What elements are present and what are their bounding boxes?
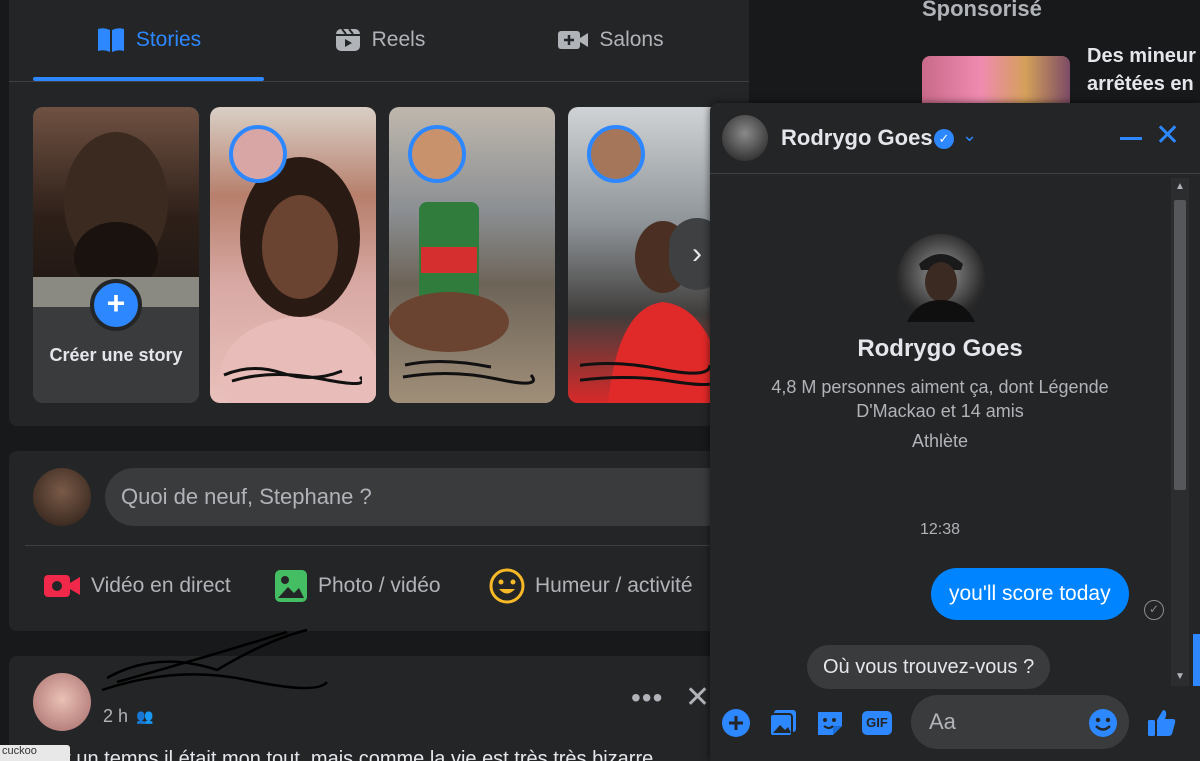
sponsored-heading: Sponsorisé bbox=[922, 0, 1042, 21]
ad-text-line: arrêtées en bbox=[1087, 73, 1194, 95]
redaction-scribble bbox=[101, 628, 328, 692]
cursor-tooltip: cuckoo bbox=[0, 745, 70, 761]
minimize-button[interactable] bbox=[1120, 137, 1142, 140]
add-story-button[interactable]: + bbox=[90, 279, 142, 331]
attach-photo-icon[interactable] bbox=[767, 707, 799, 739]
story-avatar bbox=[408, 125, 466, 183]
user-photo bbox=[33, 107, 199, 307]
ad-text[interactable]: Des mineur arrêtées en bbox=[1087, 42, 1196, 98]
create-story-card[interactable]: + Créer une story bbox=[33, 107, 199, 403]
profile-category: Athlète bbox=[911, 431, 969, 451]
whats-on-your-mind-input[interactable]: Quoi de neuf, Stephane ? bbox=[105, 468, 745, 526]
redaction-scribble bbox=[223, 367, 362, 385]
story-avatar bbox=[229, 125, 287, 183]
story-avatar bbox=[587, 125, 645, 183]
scrollbar-thumb[interactable] bbox=[1174, 200, 1186, 490]
chat-scrollbar[interactable]: ▲ ▼ bbox=[1171, 178, 1189, 686]
close-chat-button[interactable]: ✕ bbox=[1155, 121, 1180, 151]
sent-check-icon: ✓ bbox=[1144, 600, 1164, 620]
create-story-label: Créer une story bbox=[49, 345, 183, 365]
photo-video-label: Photo / vidéo bbox=[318, 574, 441, 597]
tab-salons[interactable]: Salons bbox=[495, 0, 726, 80]
live-video-button[interactable]: Vidéo en direct bbox=[43, 566, 231, 606]
reels-icon bbox=[335, 28, 360, 51]
smiley-icon bbox=[489, 568, 525, 604]
more-options-icon[interactable]: ••• bbox=[631, 682, 663, 714]
photo-icon bbox=[275, 570, 307, 602]
redaction-scribble bbox=[402, 359, 535, 385]
profile-likes-text: 4,8 M personnes aiment ça, dont Légende … bbox=[771, 377, 1109, 421]
post-timestamp[interactable]: 2 h 👥 bbox=[103, 706, 153, 727]
user-portrait-image bbox=[33, 132, 199, 307]
ad-text-line: Des mineur bbox=[1087, 45, 1196, 67]
video-camera-icon bbox=[558, 31, 589, 49]
scroll-up-arrow-icon[interactable]: ▲ bbox=[1171, 178, 1189, 196]
feed-post: 2 h 👥 ••• ✕ Il fut un temps il était mon… bbox=[9, 628, 749, 761]
emoji-icon[interactable] bbox=[1087, 707, 1119, 739]
story-card[interactable] bbox=[389, 107, 555, 403]
partial-button[interactable] bbox=[1193, 634, 1200, 686]
feeling-activity-label: Humeur / activité bbox=[535, 574, 693, 597]
messenger-chat-window: Rodrygo Goes ✓ ⌄ ✕ Rodrygo Goes 4,8 M pe… bbox=[710, 103, 1200, 761]
close-icon[interactable]: ✕ bbox=[685, 680, 710, 715]
chevron-down-icon[interactable]: ⌄ bbox=[962, 125, 977, 146]
divider bbox=[25, 545, 733, 546]
live-video-label: Vidéo en direct bbox=[91, 574, 231, 597]
divider bbox=[9, 81, 749, 82]
post-composer: Quoi de neuf, Stephane ? Vidéo en direct… bbox=[9, 451, 749, 631]
post-time-text: 2 h bbox=[103, 706, 129, 726]
thumbs-up-icon[interactable] bbox=[1146, 707, 1178, 739]
sticker-icon[interactable] bbox=[814, 707, 846, 739]
stories-card: Stories Reels Salons + Créer une story › bbox=[9, 0, 749, 426]
chat-header: Rodrygo Goes ✓ ⌄ ✕ bbox=[710, 103, 1200, 174]
more-actions-plus-icon[interactable] bbox=[720, 707, 752, 739]
tab-stories[interactable]: Stories bbox=[33, 0, 264, 80]
tab-reels[interactable]: Reels bbox=[264, 0, 495, 80]
photo-video-button[interactable]: Photo / vidéo bbox=[274, 566, 441, 606]
contact-avatar[interactable] bbox=[722, 115, 768, 161]
live-video-icon bbox=[44, 575, 80, 597]
book-icon bbox=[97, 28, 124, 52]
outgoing-message-bubble[interactable]: you'll score today bbox=[931, 568, 1129, 620]
story-card[interactable] bbox=[210, 107, 376, 403]
chat-composer: GIF Aa bbox=[710, 693, 1200, 761]
feeling-activity-button[interactable]: Humeur / activité bbox=[489, 566, 693, 606]
tab-reels-label: Reels bbox=[371, 28, 426, 51]
scroll-down-arrow-icon[interactable]: ▼ bbox=[1171, 668, 1189, 686]
message-timestamp: 12:38 bbox=[919, 521, 961, 538]
suggested-reply-chip[interactable]: Où vous trouvez-vous ? bbox=[807, 645, 1051, 689]
redaction-scribble bbox=[580, 361, 717, 386]
post-author-avatar[interactable] bbox=[33, 673, 91, 731]
contact-name[interactable]: Rodrygo Goes bbox=[781, 125, 933, 151]
post-text: Il fut un temps il était mon tout, mais … bbox=[33, 748, 654, 761]
profile-name: Rodrygo Goes bbox=[857, 335, 1023, 362]
gif-icon[interactable]: GIF bbox=[861, 707, 893, 739]
chevron-right-icon: › bbox=[692, 237, 702, 270]
tab-stories-label: Stories bbox=[135, 28, 202, 51]
verified-badge-icon: ✓ bbox=[934, 129, 954, 149]
tab-salons-label: Salons bbox=[599, 28, 664, 51]
avatar[interactable] bbox=[33, 468, 91, 526]
friends-audience-icon: 👥 bbox=[136, 708, 154, 724]
profile-avatar[interactable] bbox=[897, 234, 985, 322]
gif-label: GIF bbox=[862, 711, 892, 735]
profile-portrait-image bbox=[907, 254, 975, 322]
